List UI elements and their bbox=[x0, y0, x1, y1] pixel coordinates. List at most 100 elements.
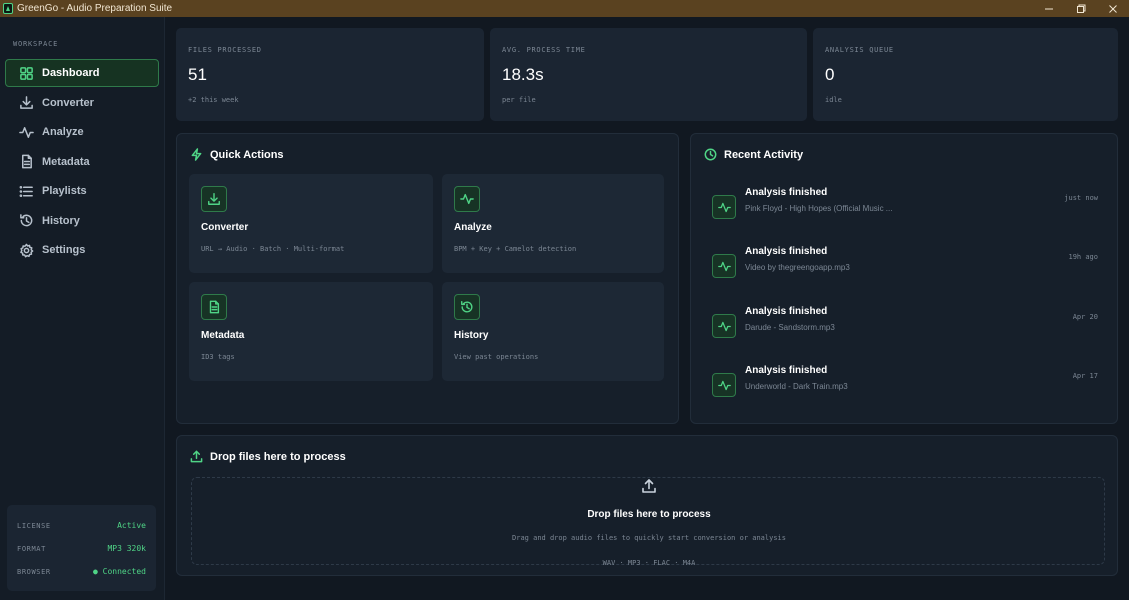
lightning-icon bbox=[191, 148, 202, 161]
title-bar: GreenGo - Audio Preparation Suite bbox=[0, 0, 1129, 17]
recent-activity-header: Recent Activity bbox=[704, 148, 803, 161]
license-value: Active bbox=[117, 521, 146, 530]
list-icon bbox=[18, 183, 34, 199]
browser-row: BROWSER ● Connected bbox=[17, 560, 146, 583]
sidebar-item-label: Dashboard bbox=[42, 67, 100, 79]
activity-item[interactable]: Analysis finished Underworld - Dark Trai… bbox=[712, 365, 1098, 405]
panel-title: Recent Activity bbox=[724, 148, 804, 161]
sidebar-item-label: Settings bbox=[42, 244, 86, 256]
download-icon bbox=[201, 186, 227, 212]
dropzone-title: Drop files here to process bbox=[587, 509, 711, 520]
stat-card-avg-process-time: AVG. PROCESS TIME 18.3s per file bbox=[490, 28, 807, 121]
recent-activity-panel: Recent Activity Analysis finished Pink F… bbox=[690, 133, 1118, 424]
sidebar-item-label: Playlists bbox=[42, 185, 87, 197]
sidebar-item-label: Analyze bbox=[42, 126, 84, 138]
status-panel: LICENSE Active FORMAT MP3 320k BROWSER ●… bbox=[7, 505, 156, 591]
dropzone-formats: WAV · MP3 · FLAC · M4A bbox=[602, 559, 696, 567]
activity-file: Darude - Sandstorm.mp3 bbox=[745, 323, 835, 332]
quick-action-title: Converter bbox=[201, 222, 249, 233]
panel-title: Drop files here to process bbox=[210, 450, 346, 463]
drop-panel: Drop files here to process Drop files he… bbox=[176, 435, 1118, 576]
activity-title: Analysis finished bbox=[745, 187, 828, 198]
window-title: GreenGo - Audio Preparation Suite bbox=[17, 3, 173, 14]
sidebar-item-metadata[interactable]: Metadata bbox=[5, 148, 159, 176]
quick-action-title: Analyze bbox=[454, 222, 492, 233]
minimize-button[interactable] bbox=[1033, 0, 1065, 17]
quick-actions-header: Quick Actions bbox=[190, 148, 284, 161]
waveform-icon bbox=[712, 373, 736, 397]
minimize-icon bbox=[1045, 8, 1053, 9]
sidebar-item-label: Converter bbox=[42, 96, 94, 109]
panel-title: Quick Actions bbox=[210, 148, 284, 161]
stat-sub: idle bbox=[825, 96, 842, 104]
license-row: LICENSE Active bbox=[17, 514, 146, 537]
browser-value: ● Connected bbox=[93, 567, 146, 576]
history-icon bbox=[454, 294, 480, 320]
gear-icon bbox=[18, 242, 34, 258]
sidebar-item-converter[interactable]: Converter bbox=[5, 89, 159, 117]
format-value: MP3 320k bbox=[107, 544, 146, 553]
drop-panel-header: Drop files here to process bbox=[190, 450, 346, 463]
quick-actions-panel: Quick Actions Converter URL → Audio · Ba… bbox=[176, 133, 679, 424]
activity-title: Analysis finished bbox=[745, 246, 828, 257]
activity-item[interactable]: Analysis finished Pink Floyd - High Hope… bbox=[712, 187, 1098, 227]
stat-sub: +2 this week bbox=[188, 96, 239, 104]
maximize-button[interactable] bbox=[1065, 0, 1097, 17]
waveform-icon bbox=[712, 195, 736, 219]
quick-action-desc: ID3 tags bbox=[201, 353, 235, 361]
format-label: FORMAT bbox=[17, 544, 46, 553]
activity-file: Video by thegreengoapp.mp3 bbox=[745, 263, 850, 272]
stat-label: FILES PROCESSED bbox=[188, 46, 262, 54]
quick-action-desc: View past operations bbox=[454, 353, 539, 361]
close-button[interactable] bbox=[1097, 0, 1129, 17]
format-row: FORMAT MP3 320k bbox=[17, 537, 146, 560]
sidebar-item-settings[interactable]: Settings bbox=[5, 236, 159, 264]
stat-card-analysis-queue: ANALYSIS QUEUE 0 idle bbox=[813, 28, 1118, 121]
activity-time: Apr 20 bbox=[1072, 313, 1098, 321]
waveform-icon bbox=[712, 314, 736, 338]
workspace-label: WORKSPACE bbox=[13, 40, 59, 48]
close-icon bbox=[1109, 4, 1117, 13]
upload-icon bbox=[190, 450, 203, 463]
file-dropzone[interactable]: Drop files here to process Drag and drop… bbox=[191, 477, 1105, 567]
document-icon bbox=[201, 294, 227, 320]
quick-action-converter[interactable]: Converter URL → Audio · Batch · Multi-fo… bbox=[189, 174, 433, 273]
stat-label: AVG. PROCESS TIME bbox=[502, 46, 586, 54]
license-label: LICENSE bbox=[17, 521, 51, 530]
activity-item[interactable]: Analysis finished Darude - Sandstorm.mp3… bbox=[712, 306, 1098, 346]
activity-title: Analysis finished bbox=[745, 306, 828, 317]
sidebar-item-playlists[interactable]: Playlists bbox=[5, 177, 159, 205]
restore-icon bbox=[1077, 4, 1086, 13]
quick-action-title: Metadata bbox=[201, 330, 245, 341]
quick-action-metadata[interactable]: Metadata ID3 tags bbox=[189, 282, 433, 381]
stat-card-files-processed: FILES PROCESSED 51 +2 this week bbox=[176, 28, 484, 121]
activity-title: Analysis finished bbox=[745, 365, 828, 376]
activity-time: Apr 17 bbox=[1072, 372, 1098, 380]
quick-action-analyze[interactable]: Analyze BPM + Key + Camelot detection bbox=[442, 174, 664, 273]
window-controls bbox=[1033, 0, 1129, 17]
stat-value: 51 bbox=[188, 65, 207, 84]
upload-icon bbox=[641, 478, 657, 494]
activity-time: just now bbox=[1064, 194, 1098, 202]
activity-time: 19h ago bbox=[1068, 253, 1098, 261]
activity-file: Underworld - Dark Train.mp3 bbox=[745, 382, 848, 391]
document-icon bbox=[18, 154, 34, 170]
sidebar-item-label: History bbox=[42, 214, 80, 227]
sidebar-item-history[interactable]: History bbox=[5, 207, 159, 235]
waveform-icon bbox=[454, 186, 480, 212]
download-icon bbox=[18, 95, 34, 111]
activity-item[interactable]: Analysis finished Video by thegreengoapp… bbox=[712, 246, 1098, 286]
stat-label: ANALYSIS QUEUE bbox=[825, 46, 894, 54]
app-logo-icon bbox=[3, 3, 13, 14]
sidebar-item-analyze[interactable]: Analyze bbox=[5, 118, 159, 146]
stat-value: 18.3s bbox=[502, 65, 544, 84]
sidebar-item-label: Metadata bbox=[42, 155, 90, 168]
waveform-icon bbox=[18, 124, 34, 140]
activity-file: Pink Floyd - High Hopes (Official Music … bbox=[745, 204, 893, 213]
quick-action-title: History bbox=[454, 330, 489, 341]
quick-action-desc: URL → Audio · Batch · Multi-format bbox=[201, 245, 345, 253]
quick-action-history[interactable]: History View past operations bbox=[442, 282, 664, 381]
browser-label: BROWSER bbox=[17, 567, 51, 576]
sidebar: WORKSPACE Dashboard Converter Analyze Me… bbox=[0, 17, 165, 600]
sidebar-item-dashboard[interactable]: Dashboard bbox=[5, 59, 159, 87]
